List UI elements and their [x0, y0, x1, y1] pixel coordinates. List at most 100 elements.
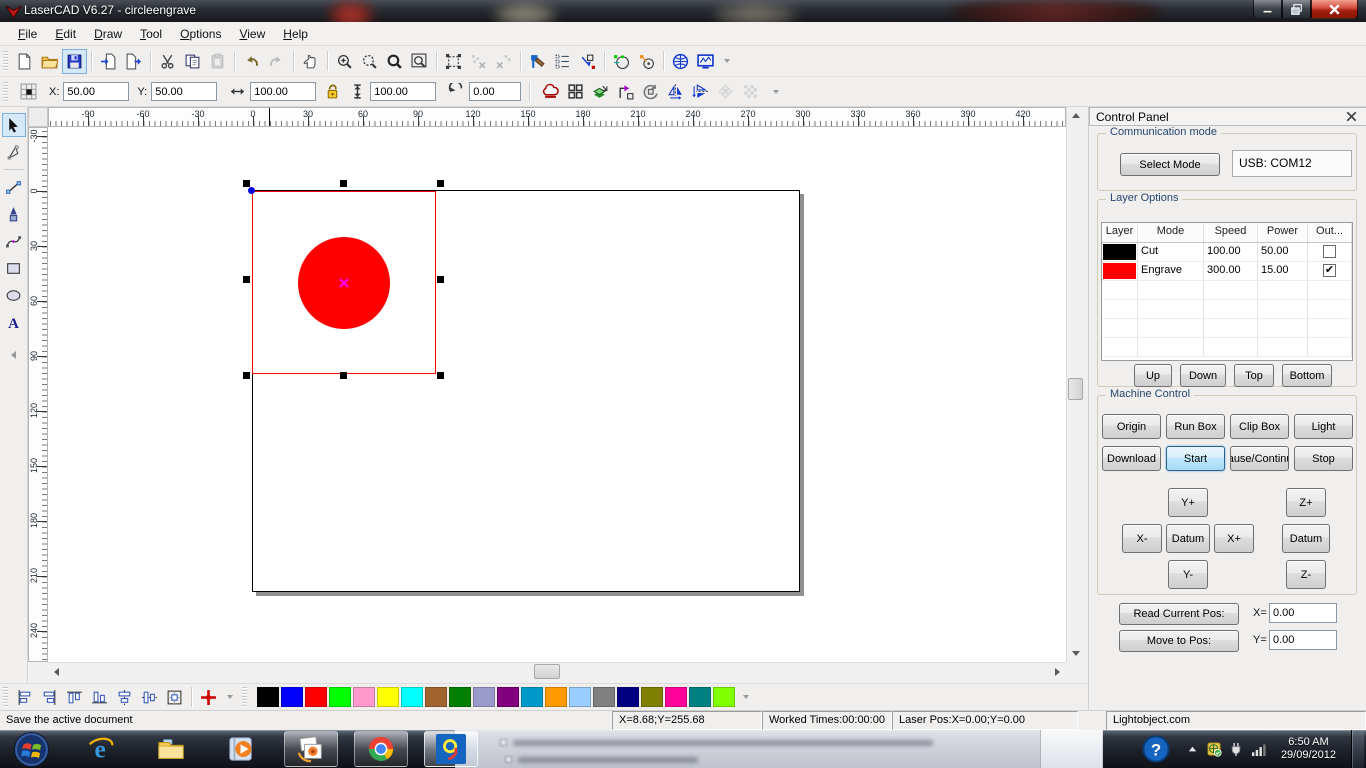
- palette-color-9[interactable]: [473, 687, 495, 707]
- palette-color-5[interactable]: [377, 687, 399, 707]
- pos-x-input[interactable]: [1269, 603, 1337, 623]
- laser-origin-button[interactable]: [196, 685, 221, 710]
- jog-y-plus-button[interactable]: Y+: [1168, 488, 1208, 517]
- canvas[interactable]: [48, 127, 1066, 662]
- read-current-pos-button[interactable]: Read Current Pos:: [1119, 603, 1239, 625]
- layer-bottom-button[interactable]: Bottom: [1282, 364, 1332, 387]
- help-taskbar-button[interactable]: ?: [1134, 731, 1178, 767]
- show-desktop-button[interactable]: [1351, 730, 1364, 768]
- selection-handle[interactable]: [437, 372, 444, 379]
- y-input[interactable]: [151, 82, 217, 101]
- zoom-all-button[interactable]: [382, 49, 407, 74]
- origin-button[interactable]: Origin: [1102, 414, 1161, 439]
- corner-node-button[interactable]: [613, 79, 638, 104]
- undo-button[interactable]: [239, 49, 264, 74]
- menu-options[interactable]: Options: [172, 24, 229, 44]
- taskbar-clock[interactable]: 6:50 AM 29/09/2012: [1273, 736, 1344, 762]
- layer-row[interactable]: Engrave300.0015.00✔: [1102, 262, 1352, 281]
- output-list-button[interactable]: [550, 49, 575, 74]
- center-page-button[interactable]: [162, 685, 187, 710]
- zoom-page-button[interactable]: [407, 49, 432, 74]
- new-file-button[interactable]: [12, 49, 37, 74]
- mirror-v-button[interactable]: [688, 79, 713, 104]
- scroll-right-button[interactable]: [1049, 663, 1066, 680]
- preview-monitor-button[interactable]: [693, 49, 718, 74]
- line-tool-button[interactable]: [2, 175, 26, 199]
- layer-table[interactable]: LayerModeSpeedPowerOut...Cut100.0050.00E…: [1101, 222, 1353, 361]
- jog-datum-z-button[interactable]: Datum: [1282, 524, 1330, 553]
- network-status-icon[interactable]: [1207, 742, 1222, 757]
- palette-color-17[interactable]: [665, 687, 687, 707]
- toolbar-grip[interactable]: [3, 82, 8, 102]
- toolbar-grip[interactable]: [242, 687, 247, 707]
- close-button[interactable]: [1311, 0, 1358, 19]
- layer-output-checkbox[interactable]: [1323, 245, 1336, 258]
- open-file-button[interactable]: [37, 49, 62, 74]
- menu-file[interactable]: File: [10, 24, 45, 44]
- ellipse-tool-button[interactable]: [2, 283, 26, 307]
- rect-tool-button[interactable]: [2, 256, 26, 280]
- toolbar-overflow-icon[interactable]: [724, 59, 730, 63]
- mirror-h-button[interactable]: [663, 79, 688, 104]
- export-file-button[interactable]: [121, 49, 146, 74]
- jog-datum-xy-button[interactable]: Datum: [1166, 524, 1210, 553]
- hidden-icons-button[interactable]: [1185, 742, 1200, 757]
- scroll-down-button[interactable]: [1067, 645, 1084, 662]
- stop-button[interactable]: Stop: [1294, 446, 1353, 471]
- arc-edit-button[interactable]: [634, 49, 659, 74]
- palette-color-11[interactable]: [521, 687, 543, 707]
- save-file-button[interactable]: [62, 49, 87, 74]
- ie-browser-taskbar-button[interactable]: e: [74, 731, 128, 767]
- palette-color-15[interactable]: [617, 687, 639, 707]
- layer-copy-button[interactable]: [588, 79, 613, 104]
- light-button[interactable]: Light: [1294, 414, 1353, 439]
- selection-handle[interactable]: [243, 276, 250, 283]
- horizontal-scroll-thumb[interactable]: [534, 664, 560, 679]
- photo-viewer-taskbar-button[interactable]: [284, 731, 338, 767]
- selection-handle[interactable]: [243, 372, 250, 379]
- text-tool-button[interactable]: A: [2, 310, 26, 334]
- vertical-scrollbar[interactable]: [1066, 107, 1083, 662]
- toolbar-overflow-icon[interactable]: [773, 90, 779, 94]
- x-input[interactable]: [63, 82, 129, 101]
- layer-column-header[interactable]: Speed: [1204, 223, 1258, 242]
- layer-row[interactable]: Cut100.0050.00: [1102, 243, 1352, 262]
- palette-color-18[interactable]: [689, 687, 711, 707]
- width-input[interactable]: [250, 82, 316, 101]
- layer-top-button[interactable]: Top: [1234, 364, 1274, 387]
- stamp-cloud-button[interactable]: [538, 79, 563, 104]
- palette-color-16[interactable]: [641, 687, 663, 707]
- pause-continue-button[interactable]: Pause/Continue: [1230, 446, 1289, 471]
- palette-color-19[interactable]: [713, 687, 735, 707]
- palette-color-12[interactable]: [545, 687, 567, 707]
- jog-z-plus-button[interactable]: Z+: [1286, 488, 1326, 517]
- media-player-taskbar-button[interactable]: [214, 731, 268, 767]
- start-button[interactable]: Start: [1166, 446, 1225, 471]
- jog-x-plus-button[interactable]: X+: [1214, 524, 1254, 553]
- palette-color-4[interactable]: [353, 687, 375, 707]
- node-select-button[interactable]: [575, 49, 600, 74]
- layer-column-header[interactable]: Mode: [1138, 223, 1204, 242]
- align-bottom-button[interactable]: [87, 685, 112, 710]
- layer-column-header[interactable]: Layer: [1102, 223, 1138, 242]
- palette-color-13[interactable]: [569, 687, 591, 707]
- palette-color-0[interactable]: [257, 687, 279, 707]
- language-globe-button[interactable]: [668, 49, 693, 74]
- curve-edit-button[interactable]: [609, 49, 634, 74]
- run-box-button[interactable]: Run Box: [1166, 414, 1225, 439]
- selection-handle[interactable]: [437, 180, 444, 187]
- scroll-up-button[interactable]: [1067, 107, 1084, 124]
- copy-button[interactable]: [180, 49, 205, 74]
- file-explorer-taskbar-button[interactable]: [144, 731, 198, 767]
- toolbar-grip[interactable]: [3, 687, 8, 707]
- zoom-in-button[interactable]: [332, 49, 357, 74]
- palette-color-7[interactable]: [425, 687, 447, 707]
- toolbar-overflow-icon[interactable]: [227, 695, 233, 699]
- align-left-button[interactable]: [12, 685, 37, 710]
- selection-handle[interactable]: [437, 276, 444, 283]
- power-plug-icon[interactable]: [1229, 742, 1244, 757]
- palette-color-1[interactable]: [281, 687, 303, 707]
- menu-tool[interactable]: Tool: [132, 24, 170, 44]
- scroll-left-button[interactable]: [48, 663, 65, 680]
- panel-close-icon[interactable]: [1343, 108, 1360, 125]
